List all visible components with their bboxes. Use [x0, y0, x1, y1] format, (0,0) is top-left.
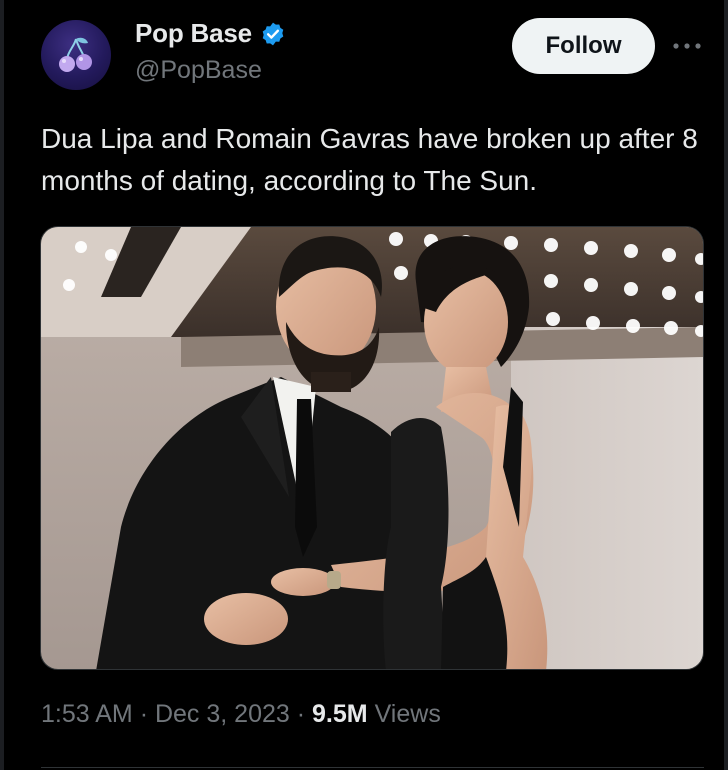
more-horizontal-icon[interactable]	[672, 33, 702, 59]
views-label: Views	[374, 700, 441, 728]
tweet-time[interactable]: 1:53 AM	[41, 700, 133, 728]
views-count: 9.5M	[312, 700, 368, 728]
tweet-photo[interactable]	[40, 226, 704, 670]
divider	[41, 767, 704, 768]
author-display-name[interactable]: Pop Base	[135, 18, 252, 49]
tweet-text: Dua Lipa and Romain Gavras have broken u…	[41, 123, 698, 196]
author-name-row[interactable]: Pop Base	[135, 18, 286, 49]
right-border	[724, 0, 728, 770]
meta-separator: ·	[139, 700, 149, 728]
tweet-meta: 1:53 AM · Dec 3, 2023 · 9.5M Views	[41, 700, 441, 729]
tweet-date[interactable]: Dec 3, 2023	[155, 700, 290, 728]
tweet-view: Pop Base @PopBase Follow Dua Lipa and Ro…	[0, 0, 728, 770]
left-border	[0, 0, 4, 770]
avatar[interactable]	[41, 20, 111, 90]
author-handle[interactable]: @PopBase	[135, 56, 262, 85]
cherry-icon	[59, 37, 92, 72]
verified-badge-icon	[262, 22, 284, 45]
follow-button[interactable]: Follow	[512, 18, 655, 74]
meta-separator: ·	[296, 700, 306, 728]
